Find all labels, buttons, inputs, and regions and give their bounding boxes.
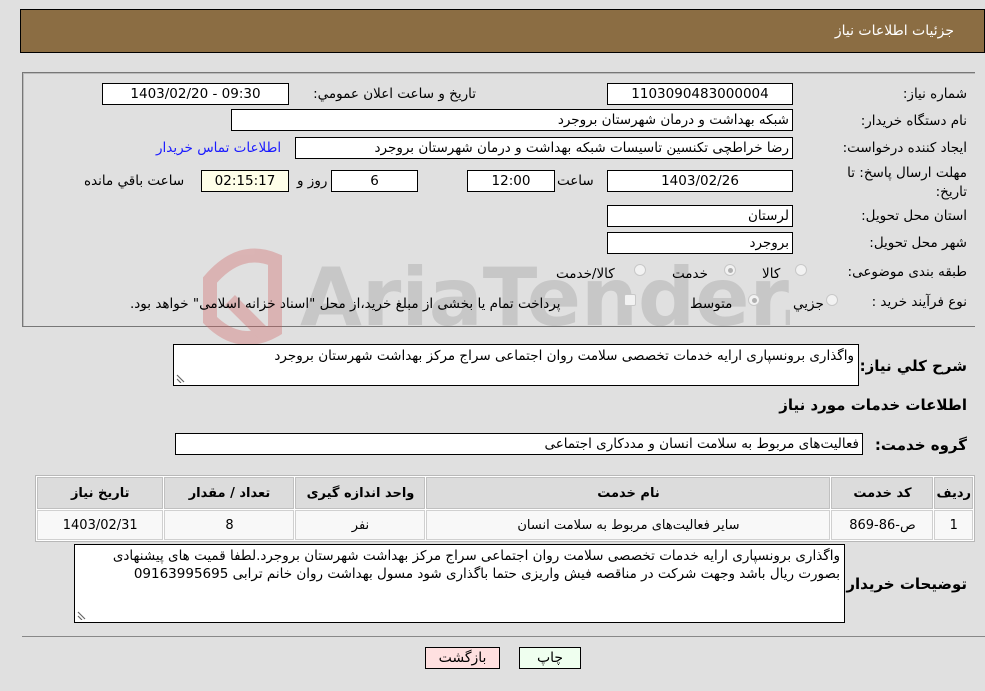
print-button[interactable]: چاپ (519, 647, 581, 669)
buyer-notes-label: توضیحات خریدار: (840, 575, 967, 593)
resize-handle-icon[interactable] (176, 374, 185, 383)
buyer-org-field[interactable]: شبکه بهداشت و درمان شهرستان بروجرد (231, 109, 793, 131)
announce-datetime-field[interactable]: 1403/02/20 - 09:30 (102, 83, 289, 105)
col-header-service-name: نام خدمت (426, 477, 831, 509)
deadline-time-field[interactable]: 12:00 (467, 170, 555, 192)
cell-row-number: 1 (934, 510, 973, 540)
col-header-service-code: کد خدمت (831, 477, 934, 509)
deadline-time-label: ساعت (557, 173, 594, 189)
buyer-org-label: نام دستگاه خریدار: (860, 113, 967, 129)
purchase-process-label: نوع فرآیند خرید : (871, 294, 967, 310)
services-table: ردیف کد خدمت نام خدمت واحد اندازه گیری ت… (36, 476, 974, 541)
page-title: جزئیات اطلاعات نیاز (834, 23, 954, 39)
resize-handle-icon[interactable] (77, 611, 86, 620)
table-row: 1 ص-86-869 سایر فعالیت‌های مربوط به سلام… (37, 510, 973, 540)
col-header-quantity: تعداد / مقدار (164, 477, 295, 509)
treasury-checkbox[interactable] (624, 294, 636, 306)
category-option-goods: کالا (762, 266, 781, 282)
description-textarea[interactable]: واگذاری برونسپاری ارایه خدمات تخصصی سلام… (173, 344, 859, 386)
category-option-goods-service: کالا/خدمت (556, 266, 615, 282)
back-button[interactable]: بازگشت (425, 647, 500, 669)
process-radio-minor[interactable] (826, 294, 838, 306)
cell-service-code: ص-86-869 (831, 510, 934, 540)
category-label: طبقه بندی موضوعی: (847, 264, 967, 280)
buyer-contact-link[interactable]: اطلاعات تماس خریدار (156, 140, 281, 156)
service-group-field[interactable]: فعالیت‌های مربوط به سلامت انسان و مددکار… (175, 433, 863, 455)
cell-need-date: 1403/02/31 (37, 510, 164, 540)
treasury-checkbox-label: پرداخت تمام یا بخشی از مبلغ خرید،از محل … (130, 296, 561, 312)
table-header-row: ردیف کد خدمت نام خدمت واحد اندازه گیری ت… (37, 477, 973, 509)
city-label: شهر محل تحویل: (869, 235, 967, 251)
process-option-minor: جزيي (793, 296, 824, 312)
buyer-notes-textarea[interactable]: واگذاری برونسپاری ارایه خدمات تخصصی سلام… (74, 544, 845, 623)
description-label: شرح کلي نیاز: (859, 357, 967, 375)
cell-quantity: 8 (164, 510, 295, 540)
city-field[interactable]: بروجرد (607, 232, 793, 254)
category-option-service: خدمت (672, 266, 708, 282)
creator-field[interactable]: رضا خراطچی تکنسین تاسیسات شبکه بهداشت و … (295, 137, 793, 159)
category-radio-goods-service[interactable] (634, 264, 646, 276)
need-number-field[interactable]: 1103090483000004 (607, 83, 793, 105)
service-group-label: گروه خدمت: (874, 436, 967, 454)
creator-label: ایجاد کننده درخواست: (842, 140, 967, 156)
col-header-row-number: ردیف (934, 477, 973, 509)
announce-datetime-label: تاریخ و ساعت اعلان عمومي: (313, 86, 476, 102)
col-header-need-date: تاریخ نیاز (37, 477, 164, 509)
col-header-unit: واحد اندازه گیری (295, 477, 426, 509)
days-label: روز و (297, 173, 328, 189)
deadline-date-field[interactable]: 1403/02/26 (607, 170, 793, 192)
services-section-title: اطلاعات خدمات مورد نیاز (779, 396, 967, 414)
page-header: جزئیات اطلاعات نیاز (20, 9, 985, 53)
description-text: واگذاری برونسپاری ارایه خدمات تخصصی سلام… (274, 348, 854, 364)
process-radio-medium[interactable] (748, 294, 760, 306)
category-radio-goods[interactable] (795, 264, 807, 276)
category-radio-service[interactable] (724, 264, 736, 276)
cell-service-name: سایر فعالیت‌های مربوط به سلامت انسان (426, 510, 831, 540)
deadline-label: مهلت ارسال پاسخ: تا تاریخ: (847, 165, 967, 200)
province-field[interactable]: لرستان (607, 205, 793, 227)
remaining-time-field: 02:15:17 (201, 170, 289, 192)
need-number-label: شماره نیاز: (902, 86, 967, 102)
remaining-label: ساعت باقي مانده (84, 173, 185, 189)
footer-divider (22, 636, 985, 637)
services-table-container: ردیف کد خدمت نام خدمت واحد اندازه گیری ت… (35, 475, 975, 542)
buyer-notes-text: واگذاری برونسپاری ارایه خدمات تخصصی سلام… (112, 548, 840, 582)
deadline-days-field[interactable]: 6 (331, 170, 418, 192)
process-option-medium: متوسط (690, 296, 733, 312)
cell-unit: نفر (295, 510, 426, 540)
province-label: استان محل تحویل: (861, 208, 967, 224)
